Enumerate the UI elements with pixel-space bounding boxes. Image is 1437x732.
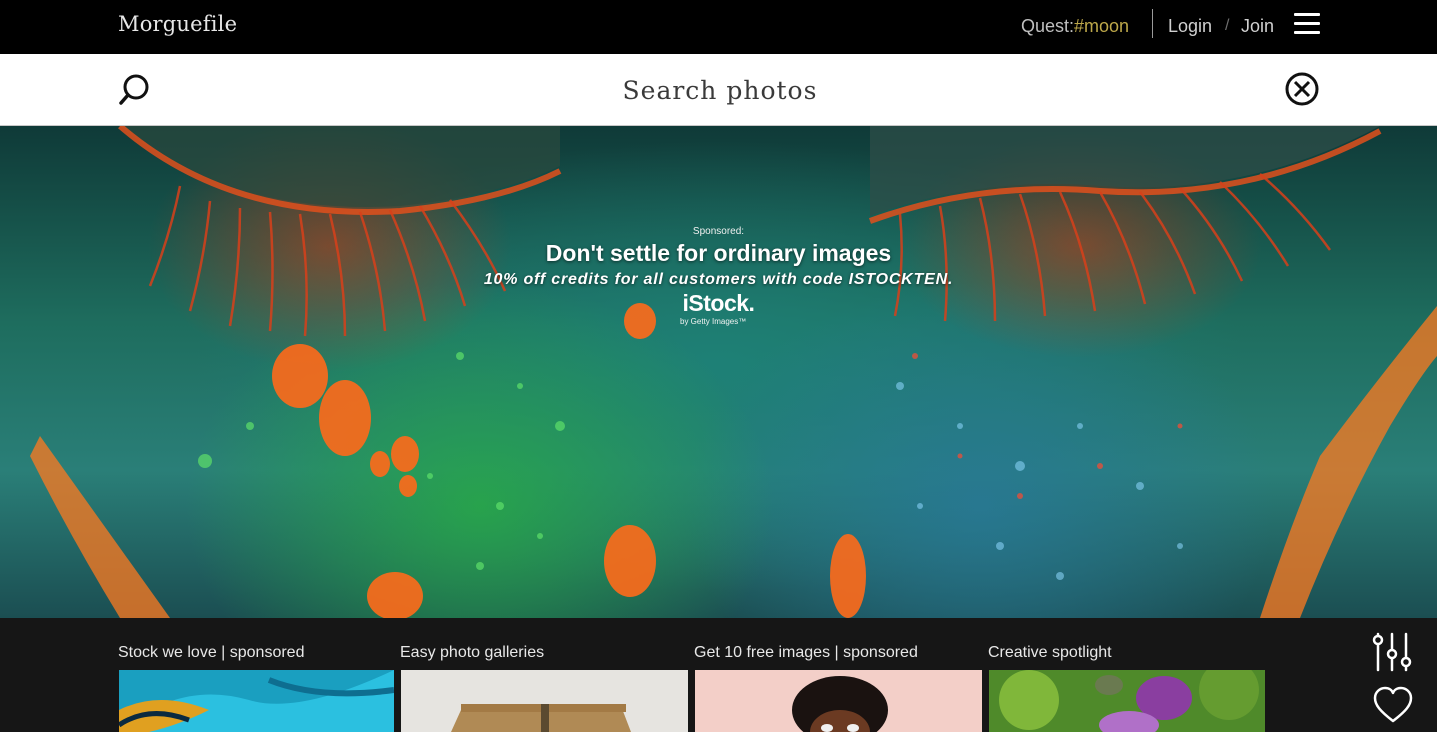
heart-icon[interactable] — [1372, 686, 1414, 724]
search-icon[interactable] — [118, 72, 152, 106]
featured-strip: Stock we love | sponsored Easy photo gal… — [0, 618, 1437, 732]
quest-link[interactable]: Quest:#moon — [1021, 16, 1129, 37]
hero-banner[interactable]: Sponsored: Don't settle for ordinary ima… — [0, 126, 1437, 618]
sponsored-ad[interactable]: Sponsored: Don't settle for ordinary ima… — [0, 126, 1437, 618]
card-title[interactable]: Stock we love | sponsored — [118, 644, 304, 662]
nav-separator: / — [1225, 17, 1230, 34]
card-title[interactable]: Get 10 free images | sponsored — [694, 644, 918, 662]
close-circle-icon[interactable] — [1284, 71, 1320, 107]
search-input[interactable] — [200, 68, 1240, 112]
ad-subline: 10% off credits for all customers with c… — [483, 271, 954, 288]
brand-logo[interactable]: Morguefile — [118, 12, 237, 36]
search-bar — [0, 54, 1437, 126]
hamburger-menu-icon[interactable] — [1294, 13, 1320, 35]
card-thumbnail[interactable] — [989, 670, 1265, 732]
card-title[interactable]: Creative spotlight — [988, 644, 1112, 662]
sliders-icon[interactable] — [1372, 632, 1412, 672]
sponsored-label: Sponsored: — [692, 226, 745, 237]
istock-byline: by Getty Images™ — [680, 317, 747, 326]
quest-label: Quest: — [1021, 16, 1075, 36]
top-nav-bar: Morguefile Quest:#moon Login / Join — [0, 0, 1437, 54]
login-link[interactable]: Login — [1168, 16, 1212, 37]
card-thumbnail[interactable] — [401, 670, 688, 732]
card-thumbnail[interactable] — [119, 670, 394, 732]
nav-divider — [1152, 9, 1153, 38]
card-title[interactable]: Easy photo galleries — [400, 644, 544, 662]
card-thumbnail[interactable] — [695, 670, 982, 732]
join-link[interactable]: Join — [1241, 16, 1274, 37]
ad-headline: Don't settle for ordinary images — [545, 240, 892, 266]
istock-logo: iStock. — [682, 290, 755, 316]
quest-tag[interactable]: #moon — [1074, 16, 1129, 36]
